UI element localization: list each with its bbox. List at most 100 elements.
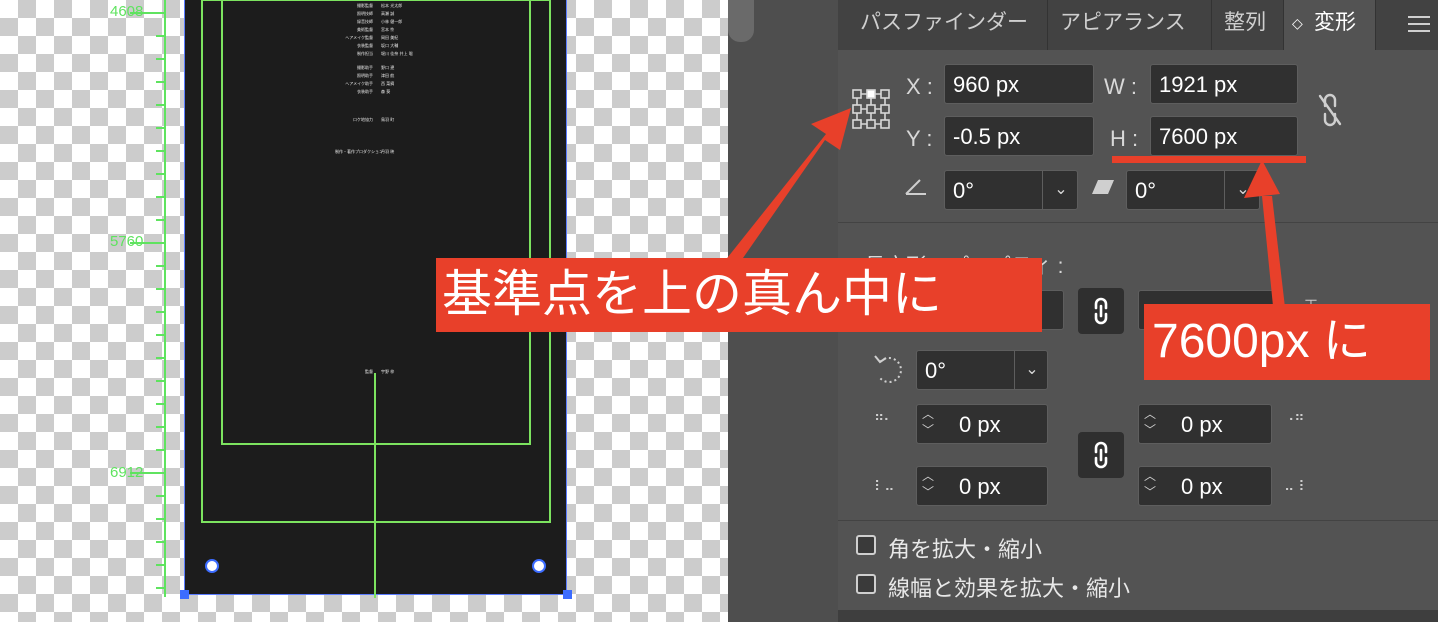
- credit-row: 録音技師 小林 健一郎: [335, 19, 402, 25]
- rect-link-button[interactable]: [1078, 288, 1124, 334]
- credit-name: 堀川 佳奈 井上 聡: [381, 51, 413, 56]
- credit-role: 衣装助手: [357, 89, 373, 94]
- credit-name: 宇野 梓: [381, 369, 395, 374]
- credit-name: 西 菜摘: [381, 81, 395, 86]
- panel-tabs: パスファインダー アピアランス 整列 ◇ 変形: [838, 0, 1438, 50]
- credit-name: 坂口 大輔: [381, 43, 399, 48]
- vertical-ruler: [164, 0, 166, 597]
- ruler-tick: [156, 564, 164, 566]
- ruler-tick: [156, 173, 164, 175]
- shear-dropdown[interactable]: ⌄: [1224, 170, 1261, 210]
- credit-name: 小林 健一郎: [381, 19, 403, 24]
- credit-name: 野口 遼: [381, 65, 395, 70]
- scrollbar-thumb[interactable]: [728, 0, 754, 42]
- stepper-icon[interactable]: ︿ ﹀: [922, 468, 934, 500]
- ruler-tick: [156, 81, 164, 83]
- credit-role: ヘアメイク監督: [345, 35, 373, 40]
- tab-pathfinder[interactable]: パスファインダー: [848, 0, 1048, 50]
- ruler-tick: [156, 495, 164, 497]
- credit-role: 美術監督: [357, 27, 373, 32]
- corner-tl-field[interactable]: 0 px: [916, 404, 1048, 444]
- unlink-proportions-icon[interactable]: [1316, 92, 1344, 128]
- corner-bottom-right-icon: ⠤⠸: [1284, 478, 1305, 494]
- ruler-tick: [156, 35, 164, 37]
- credit-name: 宮本 怜: [381, 27, 395, 32]
- credit-row: 制作・著作プロダクション丹羽 映: [335, 149, 394, 155]
- credit-role: 制作担当: [357, 51, 373, 56]
- stepper-icon[interactable]: ︿ ﹀: [1144, 406, 1156, 438]
- credit-role: ヘアメイク助手: [345, 81, 373, 86]
- h-label: H :: [1110, 126, 1139, 151]
- corner-link-button[interactable]: [1078, 432, 1124, 478]
- ruler-tick: [156, 150, 164, 152]
- credit-role: 照明助手: [357, 73, 373, 78]
- rotate-icon: [874, 355, 902, 383]
- ruler-tick: [156, 357, 164, 359]
- selection-handle-bottom-right[interactable]: [563, 590, 572, 599]
- ruler-tick: [156, 426, 164, 428]
- h-field[interactable]: 7600 px: [1150, 116, 1298, 156]
- y-field[interactable]: -0.5 px: [944, 116, 1094, 156]
- tab-transform-label: 変形: [1314, 11, 1356, 34]
- corner-tr-field[interactable]: 0 px: [1138, 404, 1272, 444]
- corner-widget-left[interactable]: [205, 559, 219, 573]
- ruler-label-5760: 5760: [110, 233, 144, 250]
- w-field[interactable]: 1921 px: [1150, 64, 1298, 104]
- updown-icon: ◇: [1292, 15, 1303, 31]
- credit-name: 岡田 美紀: [381, 35, 399, 40]
- callout-height: 7600px に: [1144, 304, 1430, 380]
- tab-appearance[interactable]: アピアランス: [1048, 0, 1212, 50]
- tab-transform[interactable]: ◇ 変形: [1284, 0, 1376, 50]
- credit-row: 衣装監督 坂口 大輔: [335, 43, 398, 49]
- panel-menu-icon[interactable]: [1408, 16, 1430, 32]
- corner-widget-right[interactable]: [532, 559, 546, 573]
- ruler-tick: [156, 265, 164, 267]
- credit-row: 監督 宇野 梓: [335, 369, 394, 375]
- rotate-dropdown[interactable]: ⌄: [1042, 170, 1079, 210]
- y-label: Y :: [906, 126, 933, 151]
- chevron-down-icon: ⌄: [1054, 181, 1068, 198]
- corner-bottom-left-icon: ⠇⠤: [874, 478, 895, 494]
- chevron-down-icon: ⌄: [1025, 361, 1039, 378]
- reference-point-icon[interactable]: [852, 89, 890, 131]
- credit-role: 録音技師: [357, 19, 373, 24]
- scale-strokes-label: 線幅と効果を拡大・縮小: [888, 576, 1131, 601]
- credit-row: 撮影助手 野口 遼: [335, 65, 394, 71]
- scale-corners-checkbox[interactable]: [856, 535, 876, 555]
- selection-handle-bottom-left[interactable]: [180, 590, 189, 599]
- tab-align[interactable]: 整列: [1212, 0, 1284, 50]
- ruler-tick: [156, 58, 164, 60]
- link-icon: [1094, 441, 1108, 469]
- credit-row: 撮影監督 松本 光太郎: [335, 3, 402, 9]
- credit-name: 森 葵: [381, 89, 391, 94]
- shape-rotation-dropdown[interactable]: ⌄: [1014, 350, 1049, 390]
- chevron-down-icon: ⌄: [1236, 181, 1250, 198]
- credit-role: ロケ地協力: [353, 117, 373, 122]
- scale-corners-label: 角を拡大・縮小: [888, 537, 1043, 562]
- scale-strokes-checkbox[interactable]: [856, 574, 876, 594]
- corner-br-field[interactable]: 0 px: [1138, 466, 1272, 506]
- credit-role: 制作・著作プロダクション: [335, 149, 383, 154]
- panel-bottom-bar: [838, 610, 1438, 622]
- stepper-icon[interactable]: ︿ ﹀: [922, 406, 934, 438]
- x-field[interactable]: 960 px: [944, 64, 1094, 104]
- shear-icon: [1092, 180, 1114, 194]
- credit-row: 制作担当 堀川 佳奈 井上 聡: [335, 51, 413, 57]
- ruler-tick: [156, 196, 164, 198]
- x-label: X :: [906, 74, 933, 99]
- ruler-tick: [156, 311, 164, 313]
- ruler-label-6912: 6912: [110, 464, 144, 481]
- corner-top-left-icon: ⠛⠂: [874, 412, 893, 428]
- stepper-icon[interactable]: ︿ ﹀: [1144, 468, 1156, 500]
- credit-row: ロケ地協力 鳥羽 町: [335, 117, 394, 123]
- rotate-angle-icon: [905, 179, 926, 195]
- corner-top-right-icon: ⠐⠛: [1284, 412, 1305, 428]
- credit-name: 丹羽 映: [381, 149, 395, 154]
- ruler-tick: [156, 403, 164, 405]
- section-divider: [838, 520, 1438, 521]
- credit-role: 撮影助手: [357, 65, 373, 70]
- corner-bl-field[interactable]: 0 px: [916, 466, 1048, 506]
- credit-role: 照明技師: [357, 11, 373, 16]
- credit-role: 監督: [365, 369, 373, 374]
- w-label: W :: [1104, 74, 1137, 99]
